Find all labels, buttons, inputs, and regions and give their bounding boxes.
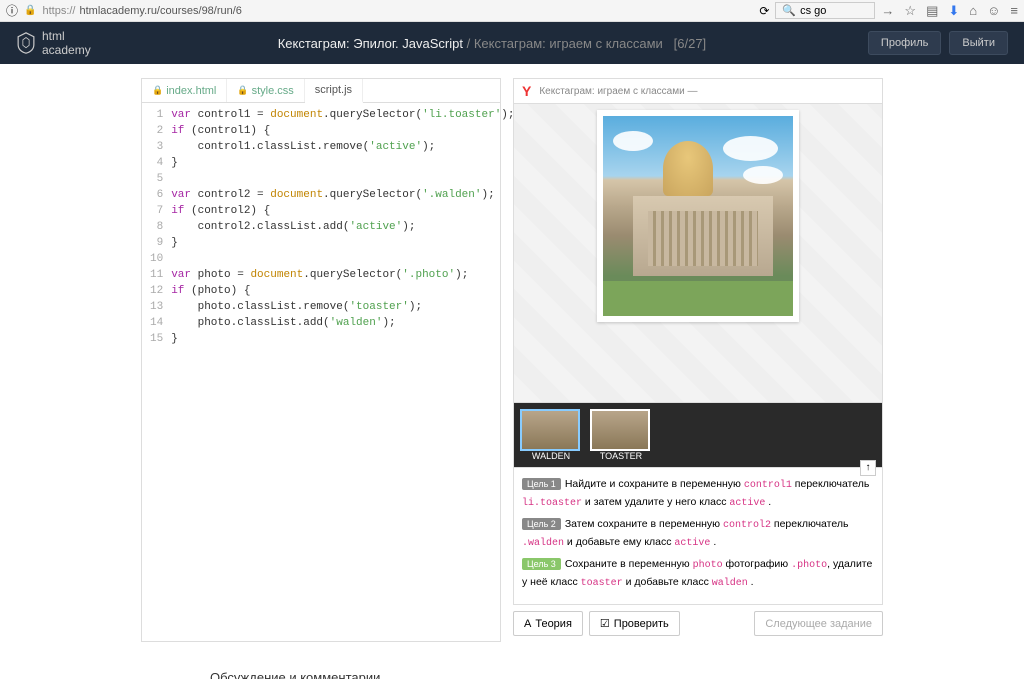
download-icon[interactable]: ⬇: [948, 3, 959, 19]
profile-button[interactable]: Профиль: [868, 31, 942, 55]
account-icon[interactable]: ☺: [987, 3, 1000, 18]
preview-frame: [513, 103, 883, 403]
browser-search[interactable]: 🔍cs go: [775, 2, 875, 19]
filter-walden[interactable]: WALDEN: [520, 409, 582, 461]
lock-icon: 🔒: [237, 85, 248, 96]
url-bar[interactable]: https://htmlacademy.ru/courses/98/run/6: [42, 5, 241, 17]
preview-title: Кекстаграм: играем с классами —: [539, 86, 697, 97]
theory-button[interactable]: AТеория: [513, 611, 583, 636]
photo-card: [597, 110, 799, 322]
workspace: 🔒index.html 🔒style.css script.js 1234567…: [0, 64, 1024, 648]
code-editor[interactable]: 123456789101112131415 var control1 = doc…: [142, 103, 500, 351]
line-gutter: 123456789101112131415: [142, 107, 171, 347]
goal-2: Цель 2Затем сохраните в переменную contr…: [522, 516, 874, 552]
action-bar: AТеория ☑Проверить Следующее задание: [513, 605, 883, 642]
file-tabs: 🔒index.html 🔒style.css script.js: [142, 79, 500, 103]
search-icon: 🔍: [782, 4, 796, 17]
check-button[interactable]: ☑Проверить: [589, 611, 680, 636]
lock-icon: 🔒: [152, 85, 163, 96]
tab-index-html[interactable]: 🔒index.html: [142, 79, 227, 102]
goals-panel: ↑ Цель 1Найдите и сохраните в переменную…: [513, 468, 883, 605]
goal-3: Цель 3Сохраните в переменную photo фотог…: [522, 556, 874, 592]
bookmark-icon[interactable]: ☆: [904, 3, 916, 19]
editor-panel: 🔒index.html 🔒style.css script.js 1234567…: [141, 78, 501, 642]
tab-script-js[interactable]: script.js: [305, 79, 363, 103]
reload-icon[interactable]: ⟳: [759, 4, 769, 18]
filter-toaster[interactable]: TOASTER: [590, 409, 652, 461]
scroll-up-button[interactable]: ↑: [860, 460, 876, 476]
browser-toolbar: ⓘ 🔒 https://htmlacademy.ru/courses/98/ru…: [0, 0, 1024, 22]
info-icon[interactable]: ⓘ: [6, 2, 18, 19]
code-content[interactable]: var control1 = document.querySelector('l…: [171, 107, 514, 347]
home-icon[interactable]: ⌂: [969, 3, 977, 18]
yandex-icon: Y: [522, 83, 531, 99]
course-title: Кекстаграм: Эпилог. JavaScript / Кекстаг…: [116, 36, 868, 51]
goal-1: Цель 1Найдите и сохраните в переменную c…: [522, 476, 874, 512]
comments-heading: Обсуждение и комментарии: [0, 670, 1024, 679]
shield-icon: [16, 32, 36, 54]
preview-panel: Y Кекстаграм: играем с классами — WALDEN…: [513, 78, 883, 642]
next-task-button[interactable]: Следующее задание: [754, 611, 883, 636]
photo-image: [603, 116, 793, 316]
font-icon: A: [524, 618, 531, 630]
forward-icon[interactable]: →: [881, 3, 894, 18]
check-icon: ☑: [600, 617, 610, 630]
preview-topbar: Y Кекстаграм: играем с классами —: [513, 78, 883, 103]
library-icon[interactable]: ▤: [926, 3, 938, 19]
menu-icon[interactable]: ≡: [1010, 3, 1018, 18]
tab-style-css[interactable]: 🔒style.css: [227, 79, 304, 102]
lock-icon: 🔒: [24, 5, 36, 16]
logo[interactable]: htmlacademy: [16, 29, 116, 57]
logout-button[interactable]: Выйти: [949, 31, 1008, 55]
filter-strip: WALDENTOASTER: [513, 403, 883, 468]
site-header: htmlacademy Кекстаграм: Эпилог. JavaScri…: [0, 22, 1024, 64]
